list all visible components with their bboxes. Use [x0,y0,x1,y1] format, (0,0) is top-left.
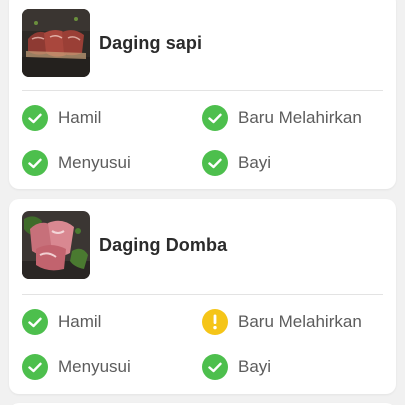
status-label: Hamil [58,312,102,331]
check-circle-icon [202,150,228,176]
status-label: Menyusui [58,357,131,376]
status-label: Baru Melahirkan [238,108,362,127]
status-hamil: Hamil [22,104,101,132]
check-circle-icon [22,354,48,380]
status-label: Bayi [238,357,272,376]
status-hamil: Hamil [22,308,101,336]
food-name: Daging Domba [99,234,228,255]
food-card-header: Daging Domba [22,211,383,279]
food-name: Daging sapi [99,32,203,53]
status-label: Bayi [238,153,272,172]
check-circle-icon [22,105,48,131]
status-label: Baru Melahirkan [238,312,362,331]
status-label: Menyusui [58,153,131,172]
status-bayi: Bayi [202,353,271,381]
status-label: Hamil [58,108,102,127]
status-menyusui: Menyusui [22,149,131,177]
lamb-meat-image [22,211,90,279]
food-card-daging-sapi[interactable]: Daging sapi Hamil Baru Melahirkan Menyus… [9,0,396,189]
status-baru-melahirkan: Baru Melahirkan [202,104,362,132]
warning-circle-icon [202,309,228,335]
food-safety-list: Daging sapi Hamil Baru Melahirkan Menyus… [0,0,405,405]
status-menyusui: Menyusui [22,353,131,381]
check-circle-icon [22,150,48,176]
divider [22,90,383,91]
beef-steak-image [22,9,90,77]
divider [22,294,383,295]
food-card-header: Daging sapi [22,9,383,77]
check-circle-icon [202,105,228,131]
check-circle-icon [22,309,48,335]
check-circle-icon [202,354,228,380]
food-card-daging-domba[interactable]: Daging Domba Hamil Baru Melahirkan Menyu… [9,199,396,394]
status-baru-melahirkan: Baru Melahirkan [202,308,362,336]
status-bayi: Bayi [202,149,271,177]
